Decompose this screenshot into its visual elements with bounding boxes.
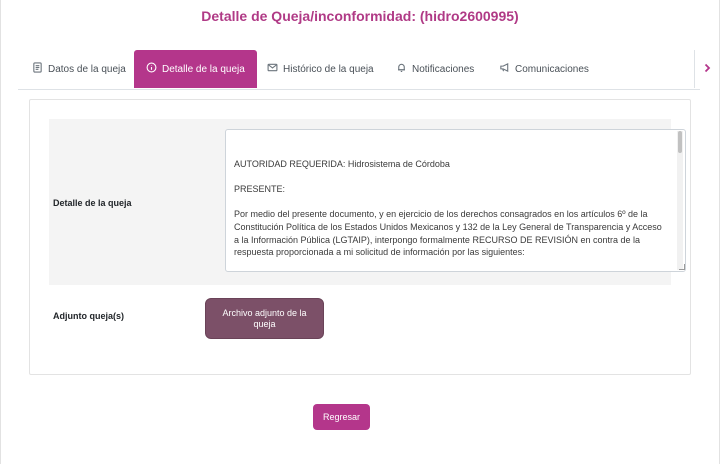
textarea-scrollbar[interactable]: [677, 131, 683, 270]
detail-card: Detalle de la queja AUTORIDAD REQUERIDA:…: [29, 99, 691, 375]
megaphone-icon: [499, 62, 510, 76]
attachment-button[interactable]: Archivo adjunto de la queja: [205, 298, 324, 339]
tab-label: Histórico de la queja: [283, 63, 374, 75]
envelope-icon: [267, 62, 278, 76]
tab-comunicaciones[interactable]: Comunicaciones: [499, 50, 589, 88]
scrollbar-thumb[interactable]: [678, 131, 682, 153]
tab-label: Datos de la queja: [48, 63, 126, 75]
info-circle-icon: [146, 62, 157, 76]
page-frame-left: [0, 0, 1, 464]
detail-row: Detalle de la queja AUTORIDAD REQUERIDA:…: [49, 119, 686, 285]
document-icon: [32, 62, 43, 76]
back-button[interactable]: Regresar: [313, 404, 370, 430]
tab-detalle-de-la-queja[interactable]: Detalle de la queja: [134, 50, 257, 88]
tab-notificaciones[interactable]: Notificaciones: [396, 50, 474, 88]
tabs-scroll-next-button[interactable]: [694, 50, 719, 88]
tab-bar: Datos de la queja Detalle de la queja Hi…: [18, 50, 719, 90]
tab-label: Comunicaciones: [515, 63, 589, 75]
tab-label: Notificaciones: [412, 63, 475, 75]
bell-icon: [396, 62, 407, 76]
tab-historico-de-la-queja[interactable]: Histórico de la queja: [267, 50, 374, 88]
attachment-label: Adjunto queja(s): [53, 311, 124, 321]
chevron-right-icon: [702, 60, 712, 78]
resize-grip-icon[interactable]: [679, 264, 685, 270]
detail-textarea[interactable]: AUTORIDAD REQUERIDA: Hidrosistema de Cór…: [225, 129, 686, 272]
detail-label: Detalle de la queja: [53, 198, 132, 208]
page-title: Detalle de Queja/inconformidad: (hidro26…: [201, 8, 519, 24]
tab-datos-de-la-queja[interactable]: Datos de la queja: [32, 50, 126, 88]
tab-label: Detalle de la queja: [162, 63, 245, 75]
